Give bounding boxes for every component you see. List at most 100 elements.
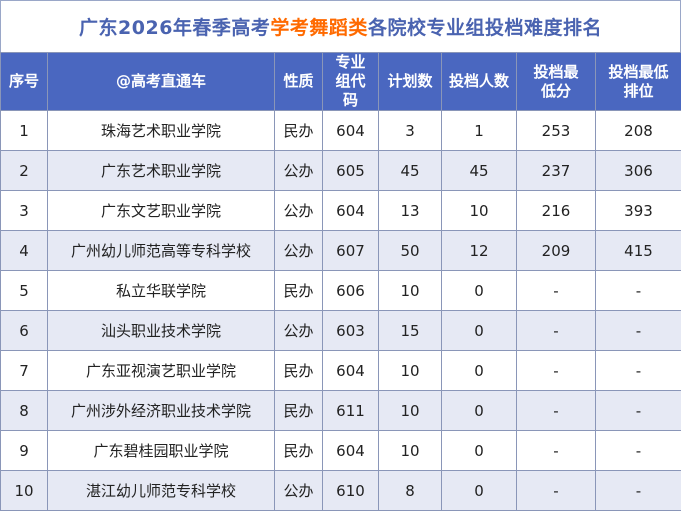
cell-type: 民办	[275, 431, 323, 471]
cell-group-code: 604	[323, 111, 379, 151]
cell-school: 湛江幼儿师范专科学校	[48, 471, 275, 511]
cell-admitted: 12	[442, 231, 517, 271]
cell-index: 9	[1, 431, 48, 471]
header-school: @高考直通车	[48, 53, 275, 111]
cell-min-rank: -	[596, 311, 681, 351]
cell-group-code: 604	[323, 431, 379, 471]
table-row: 2广东艺术职业学院公办6054545237306	[1, 151, 681, 191]
cell-min-rank: -	[596, 431, 681, 471]
header-admitted: 投档人数	[442, 53, 517, 111]
title-prefix: 广东2026年春季高考	[79, 13, 270, 40]
cell-min-rank: -	[596, 351, 681, 391]
cell-type: 公办	[275, 471, 323, 511]
cell-min-rank: -	[596, 391, 681, 431]
cell-type: 公办	[275, 231, 323, 271]
table-row: 9广东碧桂园职业学院民办604100--	[1, 431, 681, 471]
cell-index: 3	[1, 191, 48, 231]
cell-type: 民办	[275, 271, 323, 311]
cell-type: 民办	[275, 391, 323, 431]
header-row: 序号 @高考直通车 性质 专业组代码 计划数 投档人数 投档最低分 投档最低排位	[1, 53, 681, 111]
cell-group-code: 607	[323, 231, 379, 271]
header-plan: 计划数	[379, 53, 442, 111]
header-group-code: 专业组代码	[323, 53, 379, 111]
cell-plan: 13	[379, 191, 442, 231]
cell-admitted: 1	[442, 111, 517, 151]
cell-index: 2	[1, 151, 48, 191]
cell-min-score: 209	[517, 231, 596, 271]
cell-min-score: 237	[517, 151, 596, 191]
cell-type: 民办	[275, 351, 323, 391]
cell-school: 广东亚视演艺职业学院	[48, 351, 275, 391]
cell-min-rank: 306	[596, 151, 681, 191]
table-row: 6汕头职业技术学院公办603150--	[1, 311, 681, 351]
cell-type: 公办	[275, 191, 323, 231]
cell-type: 公办	[275, 311, 323, 351]
cell-plan: 8	[379, 471, 442, 511]
table-row: 7广东亚视演艺职业学院民办604100--	[1, 351, 681, 391]
cell-min-rank: -	[596, 271, 681, 311]
cell-min-score: -	[517, 391, 596, 431]
table-row: 4广州幼儿师范高等专科学校公办6075012209415	[1, 231, 681, 271]
cell-min-score: -	[517, 351, 596, 391]
cell-index: 4	[1, 231, 48, 271]
cell-group-code: 605	[323, 151, 379, 191]
cell-admitted: 0	[442, 391, 517, 431]
cell-school: 广州幼儿师范高等专科学校	[48, 231, 275, 271]
cell-index: 1	[1, 111, 48, 151]
cell-group-code: 611	[323, 391, 379, 431]
cell-plan: 10	[379, 391, 442, 431]
cell-plan: 10	[379, 351, 442, 391]
cell-type: 公办	[275, 151, 323, 191]
cell-admitted: 0	[442, 271, 517, 311]
cell-group-code: 610	[323, 471, 379, 511]
cell-plan: 10	[379, 271, 442, 311]
table-row: 1珠海艺术职业学院民办60431253208	[1, 111, 681, 151]
cell-min-score: -	[517, 471, 596, 511]
cell-plan: 10	[379, 431, 442, 471]
cell-min-score: -	[517, 311, 596, 351]
cell-min-score: 253	[517, 111, 596, 151]
cell-min-score: -	[517, 271, 596, 311]
header-type: 性质	[275, 53, 323, 111]
cell-group-code: 604	[323, 191, 379, 231]
cell-plan: 45	[379, 151, 442, 191]
cell-admitted: 0	[442, 351, 517, 391]
cell-type: 民办	[275, 111, 323, 151]
header-index: 序号	[1, 53, 48, 111]
table-row: 3广东文艺职业学院公办6041310216393	[1, 191, 681, 231]
cell-group-code: 604	[323, 351, 379, 391]
cell-admitted: 0	[442, 311, 517, 351]
cell-min-score: 216	[517, 191, 596, 231]
cell-school: 广州涉外经济职业技术学院	[48, 391, 275, 431]
cell-school: 广东艺术职业学院	[48, 151, 275, 191]
cell-plan: 50	[379, 231, 442, 271]
cell-school: 珠海艺术职业学院	[48, 111, 275, 151]
cell-admitted: 45	[442, 151, 517, 191]
table-row: 5私立华联学院民办606100--	[1, 271, 681, 311]
cell-index: 6	[1, 311, 48, 351]
cell-min-rank: 415	[596, 231, 681, 271]
cell-min-score: -	[517, 431, 596, 471]
cell-plan: 15	[379, 311, 442, 351]
cell-index: 10	[1, 471, 48, 511]
cell-school: 广东文艺职业学院	[48, 191, 275, 231]
cell-group-code: 603	[323, 311, 379, 351]
title-suffix: 各院校专业组投档难度排名	[368, 13, 602, 40]
cell-school: 私立华联学院	[48, 271, 275, 311]
header-min-score: 投档最低分	[517, 53, 596, 111]
cell-school: 广东碧桂园职业学院	[48, 431, 275, 471]
cell-admitted: 0	[442, 471, 517, 511]
admission-table: 序号 @高考直通车 性质 专业组代码 计划数 投档人数 投档最低分 投档最低排位…	[0, 52, 681, 511]
cell-index: 5	[1, 271, 48, 311]
page-title: 广东2026年春季高考学考舞蹈类各院校专业组投档难度排名	[0, 0, 681, 52]
title-highlight: 学考舞蹈类	[270, 13, 368, 40]
cell-group-code: 606	[323, 271, 379, 311]
cell-index: 7	[1, 351, 48, 391]
header-min-rank: 投档最低排位	[596, 53, 681, 111]
cell-min-rank: 208	[596, 111, 681, 151]
cell-index: 8	[1, 391, 48, 431]
cell-admitted: 0	[442, 431, 517, 471]
table-row: 10湛江幼儿师范专科学校公办61080--	[1, 471, 681, 511]
table-row: 8广州涉外经济职业技术学院民办611100--	[1, 391, 681, 431]
cell-admitted: 10	[442, 191, 517, 231]
